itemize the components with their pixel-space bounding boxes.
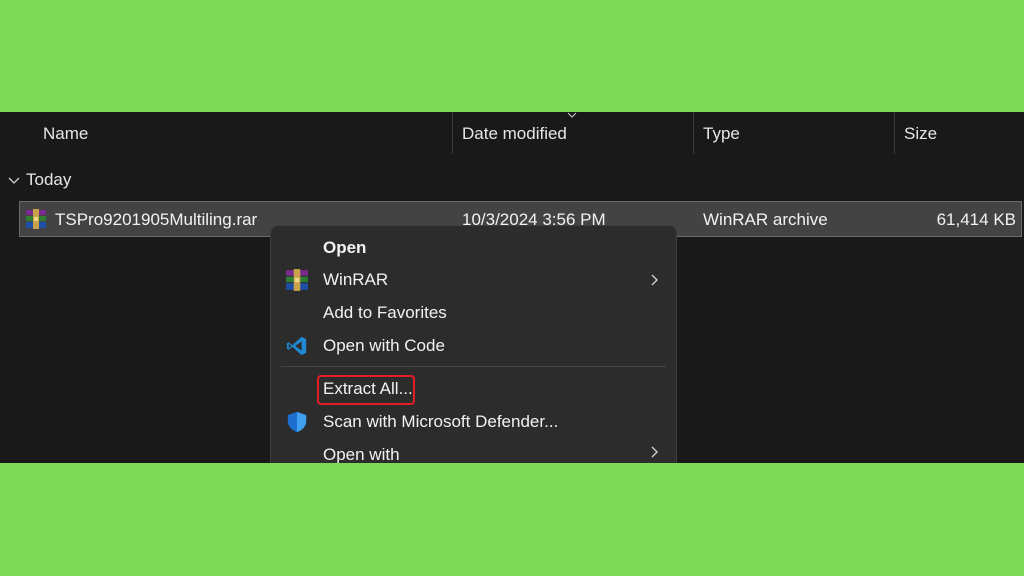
menu-item-label: Scan with Microsoft Defender... — [323, 412, 559, 431]
menu-item-extract-all[interactable]: Extract All... — [271, 373, 676, 405]
column-header-size[interactable]: Size — [904, 124, 937, 144]
column-divider[interactable] — [693, 112, 694, 154]
menu-item-label: Open with Code — [323, 336, 445, 355]
file-type: WinRAR archive — [703, 210, 828, 229]
winrar-icon — [286, 269, 308, 291]
file-explorer-pane: Name Date modified Type Size Today TSPro… — [0, 112, 1024, 463]
group-label: Today — [26, 170, 72, 189]
column-divider[interactable] — [894, 112, 895, 154]
column-divider[interactable] — [452, 112, 453, 154]
column-header-date-modified[interactable]: Date modified — [462, 124, 567, 144]
defender-shield-icon — [287, 411, 307, 433]
chevron-down-icon — [8, 177, 20, 184]
menu-item-open[interactable]: Open — [271, 232, 676, 264]
column-header-row: Name Date modified Type Size — [0, 112, 1024, 158]
column-header-type[interactable]: Type — [703, 124, 740, 144]
context-menu: Open WinRAR Add to Favorites Open with C… — [270, 225, 677, 463]
chevron-right-icon — [651, 274, 658, 286]
menu-item-open-with-code[interactable]: Open with Code — [271, 330, 676, 362]
file-size: 61,414 KB — [936, 210, 1016, 229]
menu-item-add-to-favorites[interactable]: Add to Favorites — [271, 297, 676, 329]
menu-item-label: Open — [323, 238, 367, 257]
menu-item-scan-defender[interactable]: Scan with Microsoft Defender... — [271, 406, 676, 438]
chevron-right-icon — [651, 446, 658, 458]
menu-item-winrar[interactable]: WinRAR — [271, 264, 676, 296]
column-header-name[interactable]: Name — [43, 124, 88, 144]
menu-item-label: Open with — [323, 445, 400, 463]
menu-item-open-with[interactable]: Open with — [271, 439, 676, 463]
sort-caret-icon — [567, 112, 577, 118]
winrar-archive-icon — [26, 209, 46, 229]
menu-item-label: Extract All... — [323, 379, 413, 398]
menu-item-label: WinRAR — [323, 270, 389, 289]
group-header-today[interactable]: Today — [8, 168, 71, 192]
menu-item-label: Add to Favorites — [323, 303, 447, 322]
file-name: TSPro9201905Multiling.rar — [55, 210, 258, 229]
vscode-icon — [286, 336, 307, 356]
menu-separator — [281, 366, 666, 367]
